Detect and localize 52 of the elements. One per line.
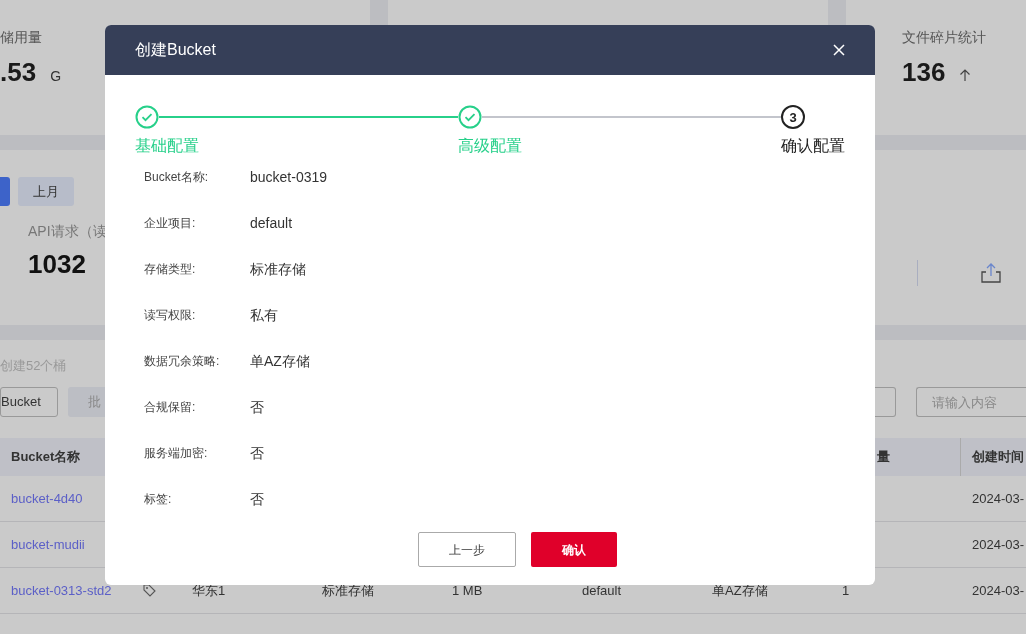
stat-unit: G <box>50 67 62 86</box>
table-cell-text: 2024-03- <box>971 581 1026 600</box>
detail-value: 单AZ存储 <box>250 351 310 371</box>
confirm-button[interactable]: 确认 <box>530 532 617 567</box>
table-cell-text: default <box>581 581 623 600</box>
table-cell-text: 2024-03- <box>971 489 1026 508</box>
bucket-link[interactable]: bucket-0313-std2 <box>11 580 112 601</box>
detail-label: 数据冗余策略: <box>144 353 221 370</box>
share-icon[interactable] <box>980 262 1002 284</box>
stat-value: .53 <box>0 57 37 87</box>
bucket-link[interactable]: bucket-mudii <box>11 534 85 555</box>
back-button[interactable]: 上一步 <box>417 532 516 567</box>
search-field[interactable]: 请输入内容 <box>916 387 1026 417</box>
detail-label: 企业项目: <box>144 215 197 232</box>
step-label: 基础配置 <box>135 136 200 156</box>
detail-value: default <box>250 213 293 233</box>
column-header: Bucket名称 <box>11 448 81 467</box>
step-label: 确认配置 <box>781 136 845 156</box>
detail-value: 否 <box>250 397 264 417</box>
dialog-title: 创建Bucket <box>135 40 216 60</box>
detail-value: bucket-0319 <box>250 167 328 187</box>
table-cell-text: 单AZ存储 <box>711 581 769 600</box>
stat-value: 1032 <box>28 248 86 280</box>
up-arrow-icon <box>959 68 972 82</box>
step-number: 3 <box>781 105 805 129</box>
bucket-link[interactable]: bucket-4d40 <box>11 488 83 509</box>
detail-label: 服务端加密: <box>144 445 209 462</box>
detail-label: 存储类型: <box>144 261 197 278</box>
detail-value: 私有 <box>250 305 278 325</box>
table-cell-text: 1 <box>841 581 851 600</box>
stat-value: 136 <box>902 57 946 87</box>
table-cell-text: 2024-03- <box>971 535 1026 554</box>
detail-value: 否 <box>250 489 264 509</box>
close-icon[interactable] <box>833 44 845 56</box>
table-cell-text: 标准存储 <box>321 581 375 600</box>
table-cell-text: 1 MB <box>451 581 484 600</box>
create-button[interactable]: Bucket <box>0 387 58 417</box>
detail-label: 标签: <box>144 491 173 508</box>
column-header: 创建时间 <box>960 438 1026 476</box>
detail-value: 标准存储 <box>250 259 306 279</box>
detail-value: 否 <box>250 443 264 463</box>
card-label: API请求（读 <box>28 222 107 241</box>
period-button[interactable]: 上月 <box>18 177 74 206</box>
card-label: 文件碎片统计 <box>902 28 987 47</box>
tag-icon[interactable] <box>143 584 156 597</box>
column-header: 量 <box>877 448 890 467</box>
card-label: 储用量 <box>0 28 43 47</box>
table-cell-text: 华东1 <box>191 581 227 600</box>
detail-label: 合规保留: <box>144 399 197 416</box>
detail-label: Bucket名称: <box>144 169 210 186</box>
step-label: 高级配置 <box>458 136 523 156</box>
detail-label: 读写权限: <box>144 307 197 324</box>
